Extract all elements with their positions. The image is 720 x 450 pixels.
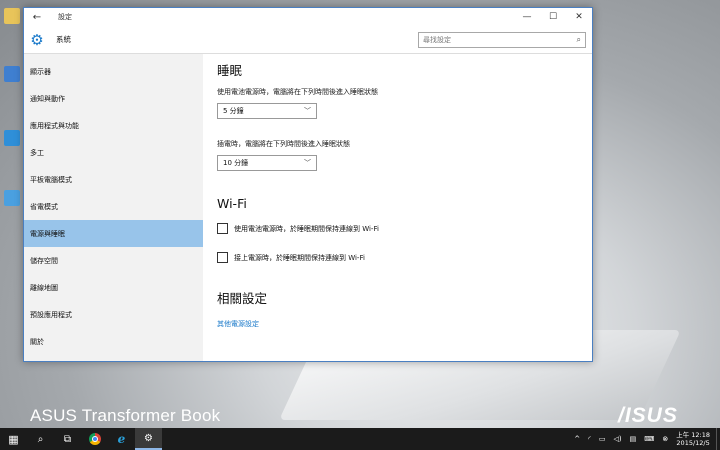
wifi-plugged-label: 接上電源時，於睡眠期間保持連線到 Wi-Fi xyxy=(234,253,365,262)
settings-header: ⚙ 系統 尋找設定 ⌕ xyxy=(24,26,592,54)
chrome-icon xyxy=(88,433,101,445)
ie-button[interactable]: e xyxy=(108,428,135,450)
sidebar-item-notifications[interactable]: 通知與動作 xyxy=(24,85,203,112)
maximize-button[interactable]: ☐ xyxy=(540,8,566,26)
title-bar[interactable]: ← 設定 — ☐ ✕ xyxy=(24,8,592,26)
battery-sleep-dropdown[interactable]: 5 分鐘 ﹀ xyxy=(217,103,317,119)
page-title: 系統 xyxy=(56,35,71,44)
wifi-section-title: Wi-Fi xyxy=(217,196,247,211)
plugged-sleep-label: 插電時，電腦將在下列時間後進入睡眠狀態 xyxy=(217,140,350,148)
chevron-up-icon[interactable]: ^ xyxy=(574,435,580,443)
content-pane: 睡眠 使用電池電源時，電腦將在下列時間後進入睡眠狀態 5 分鐘 ﹀ 插電時，電腦… xyxy=(203,54,592,361)
show-desktop-button[interactable] xyxy=(716,428,720,450)
volume-icon[interactable]: ◁) xyxy=(613,435,621,443)
battery-icon[interactable]: ▭ xyxy=(599,435,606,443)
keyboard-icon[interactable]: ⌨ xyxy=(644,435,654,443)
chevron-down-icon: ﹀ xyxy=(304,159,311,167)
chevron-down-icon: ﹀ xyxy=(304,107,311,115)
settings-taskbar-button[interactable]: ⚙ xyxy=(135,428,162,450)
gear-icon: ⚙ xyxy=(144,432,153,444)
taskbar: ▦ ⌕ ⧉ e ⚙ ^ ◜ ▭ ◁) ▤ ⌨ ⊗ 上午 12:18 2015/1… xyxy=(0,428,720,450)
search-placeholder: 尋找設定 xyxy=(423,35,451,44)
search-icon: ⌕ xyxy=(37,433,44,445)
desktop-icon-3[interactable] xyxy=(2,130,22,148)
sidebar-item-default-apps[interactable]: 預設應用程式 xyxy=(24,301,203,328)
plugged-sleep-dropdown[interactable]: 10 分鐘 ﹀ xyxy=(217,155,317,171)
task-view-button[interactable]: ⧉ xyxy=(54,428,81,450)
sidebar-item-display[interactable]: 顯示器 xyxy=(24,58,203,85)
clock[interactable]: 上午 12:18 2015/12/5 xyxy=(676,431,710,447)
sidebar-item-tablet-mode[interactable]: 平板電腦模式 xyxy=(24,166,203,193)
clock-date: 2015/12/5 xyxy=(676,439,710,447)
wifi-battery-option[interactable]: 使用電池電源時，於睡眠期間保持連線到 Wi-Fi xyxy=(217,223,592,234)
sleep-section-title: 睡眠 xyxy=(217,63,243,78)
desktop-icon-1[interactable] xyxy=(2,8,22,26)
chrome-button[interactable] xyxy=(81,428,108,450)
search-button[interactable]: ⌕ xyxy=(27,428,54,450)
search-icon[interactable]: ⌕ xyxy=(577,35,581,45)
start-button[interactable]: ▦ xyxy=(0,428,27,450)
system-tray: ^ ◜ ▭ ◁) ▤ ⌨ ⊗ 上午 12:18 2015/12/5 xyxy=(570,428,720,450)
other-power-settings-link[interactable]: 其他電源設定 xyxy=(217,319,592,329)
window-title: 設定 xyxy=(58,13,72,21)
sidebar-item-apps-features[interactable]: 應用程式與功能 xyxy=(24,112,203,139)
sidebar-item-offline-maps[interactable]: 離線地圖 xyxy=(24,274,203,301)
notification-icon[interactable]: ▤ xyxy=(630,435,637,443)
sidebar-item-storage[interactable]: 儲存空間 xyxy=(24,247,203,274)
clock-time: 上午 12:18 xyxy=(676,431,710,439)
gear-icon: ⚙ xyxy=(30,30,44,49)
plugged-sleep-value: 10 分鐘 xyxy=(223,159,249,167)
sidebar-item-power-sleep[interactable]: 電源與睡眠 xyxy=(24,220,203,247)
wifi-plugged-checkbox[interactable] xyxy=(217,252,228,263)
wifi-icon[interactable]: ◜ xyxy=(588,435,591,443)
sidebar-item-about[interactable]: 關於 xyxy=(24,328,203,355)
search-input[interactable]: 尋找設定 ⌕ xyxy=(418,31,586,48)
wifi-battery-label: 使用電池電源時，於睡眠期間保持連線到 Wi-Fi xyxy=(234,224,379,233)
task-view-icon: ⧉ xyxy=(63,433,72,445)
wifi-plugged-option[interactable]: 接上電源時，於睡眠期間保持連線到 Wi-Fi xyxy=(217,252,592,263)
sidebar-item-multitasking[interactable]: 多工 xyxy=(24,139,203,166)
wifi-battery-checkbox[interactable] xyxy=(217,223,228,234)
sidebar: 顯示器 通知與動作 應用程式與功能 多工 平板電腦模式 省電模式 電源與睡眠 儲… xyxy=(24,54,203,361)
battery-sleep-value: 5 分鐘 xyxy=(223,107,244,115)
sidebar-item-battery-saver[interactable]: 省電模式 xyxy=(24,193,203,220)
input-method-icon[interactable]: ⊗ xyxy=(662,435,668,443)
windows-icon: ▦ xyxy=(8,432,19,446)
brand-text: ASUS Transformer Book xyxy=(30,406,221,425)
ie-icon: e xyxy=(117,432,126,446)
settings-window: ← 設定 — ☐ ✕ ⚙ 系統 尋找設定 ⌕ 顯示器 通知與動作 應用程式與功能… xyxy=(23,7,593,362)
window-controls: — ☐ ✕ xyxy=(514,8,592,26)
related-section-title: 相關設定 xyxy=(217,291,268,306)
desktop-icon-4[interactable] xyxy=(2,190,22,208)
desktop-icon-2[interactable] xyxy=(2,66,22,84)
close-button[interactable]: ✕ xyxy=(566,8,592,26)
minimize-button[interactable]: — xyxy=(514,8,540,26)
back-button[interactable]: ← xyxy=(24,8,50,26)
battery-sleep-label: 使用電池電源時，電腦將在下列時間後進入睡眠狀態 xyxy=(217,88,378,96)
asus-logo: /ISUS xyxy=(618,404,678,427)
